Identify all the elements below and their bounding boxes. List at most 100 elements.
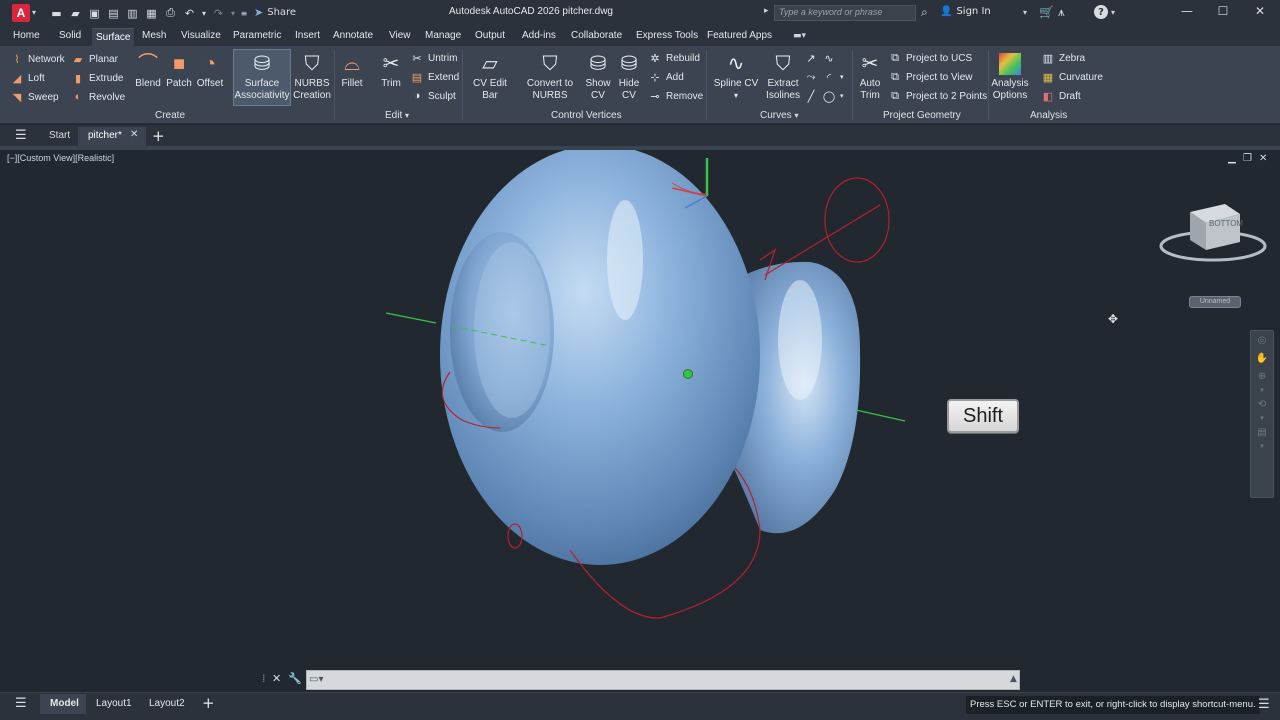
save-as-icon[interactable]: ▤ — [105, 5, 122, 21]
command-line-grip-icon[interactable]: ⁞ — [262, 672, 266, 685]
close-tab-icon[interactable]: ✕ — [130, 129, 138, 140]
tab-annotate[interactable]: Annotate — [333, 30, 373, 41]
navbar-orbit-dropdown-icon[interactable]: ▾ — [1251, 413, 1273, 423]
autodesk-app-icon[interactable]: ⩚ — [1058, 5, 1065, 20]
rebuild-button[interactable]: ✲ Rebuild — [648, 51, 700, 65]
draft-button[interactable]: ◧ Draft — [1041, 89, 1081, 103]
trim-button[interactable]: ✂ Trim — [377, 50, 405, 90]
app-menu-chevron-icon[interactable]: ▾ — [32, 8, 36, 17]
command-prompt-icon[interactable]: ▭▾ — [309, 674, 323, 685]
tab-insert[interactable]: Insert — [295, 30, 320, 41]
loft-button[interactable]: ◢ Loft — [10, 71, 45, 85]
close-icon[interactable]: ✕ — [1250, 4, 1270, 18]
web-save-icon[interactable]: ▦ — [143, 5, 160, 21]
auto-trim-button[interactable]: ✂ Auto Trim — [856, 50, 884, 102]
tab-start[interactable]: Start — [49, 130, 70, 141]
layout-tabs-menu-icon[interactable]: ☰ — [15, 696, 27, 711]
revolve-button[interactable]: ◐ Revolve — [71, 90, 125, 104]
tab-layout1[interactable]: Layout1 — [96, 698, 132, 709]
command-line-customize-icon[interactable]: 🔧 — [288, 672, 302, 685]
navbar-zoom-icon[interactable]: ⊕ — [1251, 367, 1273, 385]
remove-cv-button[interactable]: ⊸ Remove — [648, 89, 703, 103]
patch-button[interactable]: ■ Patch — [165, 50, 193, 90]
tab-collaborate[interactable]: Collaborate — [571, 30, 622, 41]
plot-icon[interactable]: ⎙ — [162, 5, 179, 21]
tab-parametric[interactable]: Parametric — [233, 30, 281, 41]
nurbs-creation-button[interactable]: ⛉ NURBS Creation — [293, 50, 331, 102]
autocad-logo-icon[interactable]: A — [12, 4, 30, 22]
undo-dropdown-icon[interactable]: ▾ — [200, 5, 208, 21]
new-file-icon[interactable]: ▬ — [48, 5, 65, 21]
new-layout-plus-icon[interactable]: + — [202, 694, 215, 712]
show-cv-button[interactable]: ⛁ Show CV — [584, 50, 612, 102]
project-to-ucs-button[interactable]: ⧉ Project to UCS — [888, 51, 972, 65]
tab-addins[interactable]: Add-ins — [522, 30, 556, 41]
curve-tool-3[interactable]: ╱ ◯ ▾ — [804, 89, 844, 103]
tab-express-tools[interactable]: Express Tools — [636, 30, 698, 41]
untrim-button[interactable]: ✂ Untrim — [410, 51, 457, 65]
curve-tool-2[interactable]: ⤳ ◜ ▾ — [804, 70, 844, 84]
web-open-icon[interactable]: ▥ — [124, 5, 141, 21]
3d-model-scene[interactable]: BOTTOM — [0, 150, 1280, 668]
ucs-menu-button[interactable]: Unnamed — [1189, 296, 1241, 308]
tab-mesh[interactable]: Mesh — [142, 30, 166, 41]
curvature-button[interactable]: ▦ Curvature — [1041, 70, 1103, 84]
sign-in-button[interactable]: 👤 Sign In — [940, 6, 991, 17]
navbar-showmotion-icon[interactable]: ▤ — [1251, 423, 1273, 441]
cv-edit-bar-button[interactable]: ▱ CV Edit Bar — [466, 50, 514, 102]
ribbon-toggle-icon[interactable]: ▬▾ — [793, 31, 806, 41]
help-icon[interactable]: ? — [1094, 5, 1108, 19]
tab-surface[interactable]: Surface — [92, 28, 135, 46]
navbar-orbit-icon[interactable]: ⟲ — [1251, 395, 1273, 413]
project-to-2-points-button[interactable]: ⧉ Project to 2 Points — [888, 89, 987, 103]
planar-button[interactable]: ▰ Planar — [71, 52, 118, 66]
tab-solid[interactable]: Solid — [59, 30, 81, 41]
project-geometry-panel-title[interactable]: Project Geometry — [883, 110, 961, 121]
tab-view[interactable]: View — [389, 30, 411, 41]
sculpt-button[interactable]: ◑ Sculpt — [410, 89, 456, 103]
blend-button[interactable]: ⌒ Blend — [135, 50, 161, 90]
create-panel-title[interactable]: Create — [155, 110, 185, 121]
status-bar-customize-icon[interactable]: ☰ — [1258, 697, 1270, 712]
tab-output[interactable]: Output — [475, 30, 505, 41]
tab-manage[interactable]: Manage — [425, 30, 461, 41]
spline-cv-button[interactable]: ∿ Spline CV ▾ — [712, 50, 760, 102]
help-dropdown-icon[interactable]: ▾ — [1111, 8, 1115, 17]
network-button[interactable]: ⌇ Network — [10, 52, 64, 66]
control-vertices-panel-title[interactable]: Control Vertices — [551, 110, 622, 121]
analysis-panel-title[interactable]: Analysis — [1030, 110, 1067, 121]
viewcube[interactable] — [1159, 204, 1267, 262]
tab-home[interactable]: Home — [13, 30, 40, 41]
edit-panel-title[interactable]: Edit ▾ — [385, 110, 409, 121]
navbar-zoom-dropdown-icon[interactable]: ▾ — [1251, 385, 1273, 395]
tab-model[interactable]: Model — [50, 698, 79, 709]
command-line-close-icon[interactable]: ✕ — [272, 672, 281, 685]
hide-cv-button[interactable]: ⛁ Hide CV — [615, 50, 643, 102]
search-input[interactable]: Type a keyword or phrase — [774, 5, 916, 21]
orbit-center-point[interactable] — [683, 369, 693, 379]
offset-button[interactable]: ◔ Offset — [195, 50, 225, 90]
save-icon[interactable]: ▣ — [86, 5, 103, 21]
tab-featured-apps[interactable]: Featured Apps — [707, 30, 772, 41]
tab-visualize[interactable]: Visualize — [181, 30, 221, 41]
redo-icon[interactable]: ↷ — [210, 5, 227, 21]
undo-icon[interactable]: ↶ — [181, 5, 198, 21]
new-tab-plus-icon[interactable]: + — [152, 127, 165, 145]
navbar-customize-icon[interactable]: ▾ — [1251, 441, 1273, 451]
command-history-icon[interactable]: ▲ — [1010, 674, 1017, 684]
tab-layout2[interactable]: Layout2 — [149, 698, 185, 709]
analysis-options-button[interactable]: Analysis Options — [991, 50, 1029, 102]
search-expand-icon[interactable]: ▸ — [764, 6, 769, 16]
file-tabs-menu-icon[interactable]: ☰ — [15, 128, 27, 143]
navigation-bar[interactable]: ◎ ✋ ⊕ ▾ ⟲ ▾ ▤ ▾ — [1250, 330, 1274, 498]
customize-qat-icon[interactable]: ≡ — [239, 5, 249, 21]
extrude-button[interactable]: ▮ Extrude — [71, 71, 124, 85]
zebra-button[interactable]: ▥ Zebra — [1041, 51, 1085, 65]
share-button[interactable]: ➤ Share — [254, 6, 296, 19]
curve-tool-1[interactable]: ↗ ∿ — [804, 51, 836, 65]
add-cv-button[interactable]: ⊹ Add — [648, 70, 683, 84]
maximize-icon[interactable]: ☐ — [1213, 4, 1233, 18]
extend-button[interactable]: ▤ Extend — [410, 70, 459, 84]
redo-dropdown-icon[interactable]: ▾ — [229, 5, 237, 21]
open-folder-icon[interactable]: ▰ — [67, 5, 84, 21]
